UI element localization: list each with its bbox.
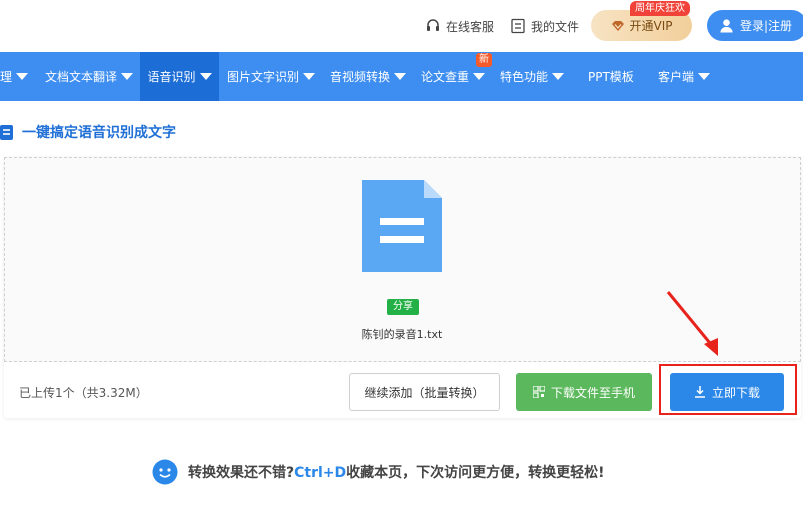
nav-item-speech-recognition[interactable]: 语音识别 <box>140 52 219 101</box>
main-nav: 理 文档文本翻译 语音识别 图片文字识别 音视频转换 论文查重 特色功能 PPT… <box>0 52 803 101</box>
caret-down-icon <box>394 73 407 80</box>
smiley-icon <box>152 459 178 485</box>
nav-label: 特色功能 <box>500 70 549 84</box>
document-heading-icon <box>0 125 13 140</box>
open-vip-label: 开通VIP <box>629 19 673 33</box>
page-title: 一键搞定语音识别成文字 <box>22 125 176 141</box>
highlight-box <box>659 364 797 415</box>
login-register-button[interactable]: 登录|注册 <box>707 10 803 41</box>
bookmark-tip: 转换效果还不错?Ctrl+D收藏本页，下次访问更方便，转换更轻松! <box>152 459 605 485</box>
nav-label: 音视频转换 <box>330 70 391 84</box>
text-file-icon[interactable] <box>362 180 444 276</box>
nav-item-client[interactable]: 客户端 <box>658 52 711 101</box>
anniversary-tag: 周年庆狂欢 <box>630 1 690 16</box>
caret-down-icon <box>16 73 29 80</box>
customer-service-link[interactable]: 在线客服 <box>425 15 494 37</box>
nav-label: 文档文本翻译 <box>45 70 118 84</box>
file-name: 陈钊的录音1.txt <box>361 328 443 341</box>
customer-service-label: 在线客服 <box>446 19 495 34</box>
my-files-label: 我的文件 <box>531 19 580 34</box>
download-to-phone-button[interactable]: 下载文件至手机 <box>516 373 652 411</box>
caret-down-icon <box>473 73 486 80</box>
headset-icon <box>427 19 439 31</box>
nav-label: PPT模板 <box>588 70 634 84</box>
nav-label: 论文查重 <box>421 70 470 84</box>
caret-down-icon <box>698 73 711 80</box>
nav-label: 客户端 <box>658 70 695 84</box>
nav-item-ppt-templates[interactable]: PPT模板 <box>588 52 634 101</box>
tip-prefix: 转换效果还不错? <box>188 465 295 481</box>
red-arrow-annotation <box>666 291 718 356</box>
diamond-icon <box>611 20 624 31</box>
caret-down-icon <box>199 73 212 80</box>
add-more-label: 继续添加（批量转换） <box>364 385 485 400</box>
upload-count-text: 已上传1个（共3.32M） <box>19 386 148 400</box>
my-files-link[interactable]: 我的文件 <box>510 15 579 37</box>
nav-label: 语音识别 <box>147 70 196 84</box>
nav-label: 理 <box>0 70 13 84</box>
nav-item-doc-translate[interactable]: 文档文本翻译 <box>45 52 134 101</box>
caret-down-icon <box>121 73 134 80</box>
nav-item-partial[interactable]: 理 <box>0 52 35 101</box>
caret-down-icon <box>303 73 316 80</box>
login-register-label: 登录|注册 <box>740 19 793 33</box>
share-badge[interactable]: 分享 <box>387 299 419 315</box>
nav-item-special-features[interactable]: 特色功能 <box>500 52 565 101</box>
caret-down-icon <box>552 73 565 80</box>
file-list-icon <box>511 18 525 34</box>
section-heading: 一键搞定语音识别成文字 <box>0 122 176 142</box>
tip-hotkey: Ctrl+D <box>294 465 347 481</box>
nav-item-av-convert[interactable]: 音视频转换 <box>330 52 407 101</box>
new-badge: 新 <box>476 53 492 67</box>
nav-item-image-ocr[interactable]: 图片文字识别 <box>227 52 316 101</box>
add-more-button[interactable]: 继续添加（批量转换） <box>349 373 500 411</box>
qr-code-icon <box>532 386 545 398</box>
user-icon <box>720 19 733 33</box>
nav-label: 图片文字识别 <box>227 70 300 84</box>
tip-suffix: 收藏本页，下次访问更方便，转换更轻松! <box>346 465 605 481</box>
download-to-phone-label: 下载文件至手机 <box>550 385 635 400</box>
